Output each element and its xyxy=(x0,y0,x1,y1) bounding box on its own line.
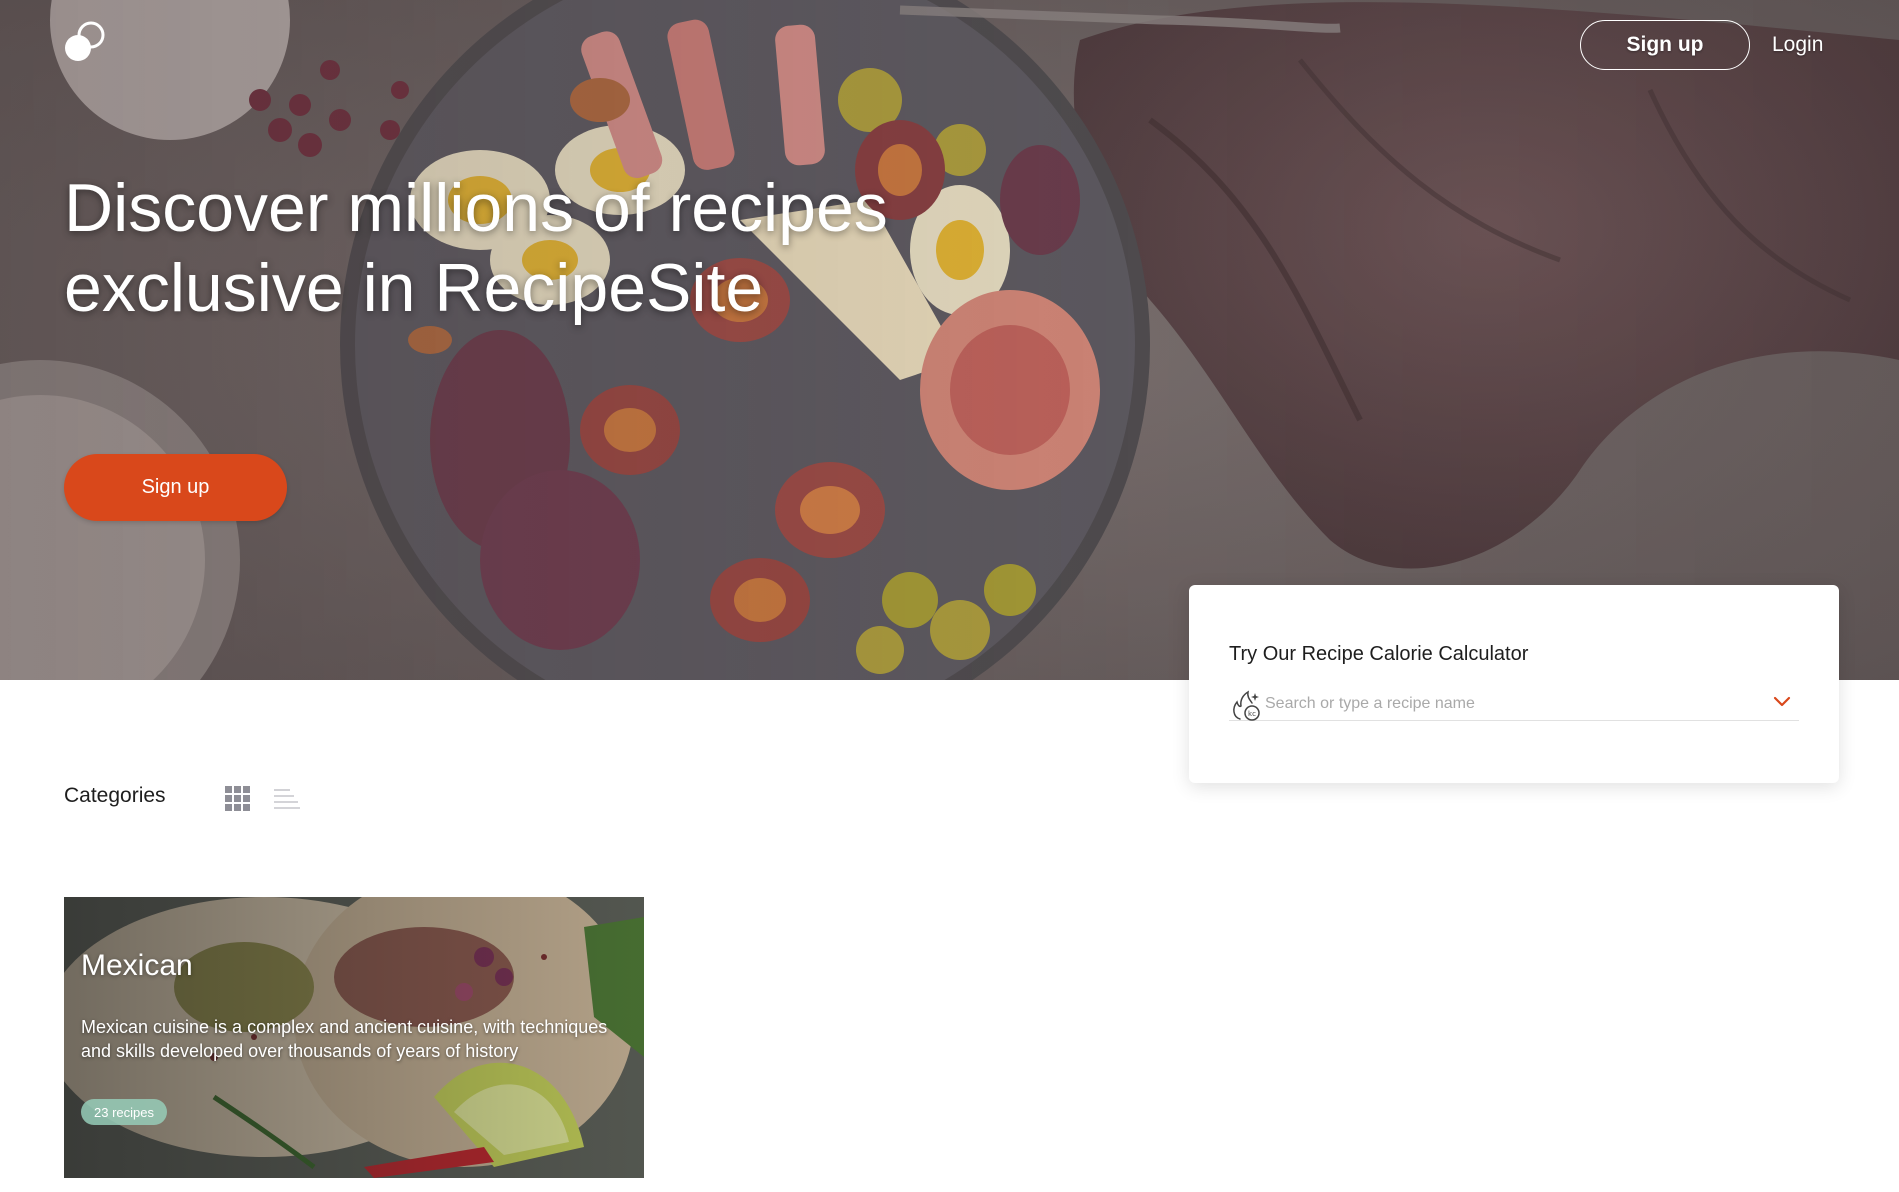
recipe-search-input[interactable] xyxy=(1265,691,1765,717)
category-description: Mexican cuisine is a complex and ancient… xyxy=(81,1017,608,1061)
header-signup-button[interactable]: Sign up xyxy=(1580,20,1750,70)
category-card-mexican[interactable]: Mexican Mexican cuisine is a complex and… xyxy=(64,897,644,1178)
header-login-link[interactable]: Login xyxy=(1772,28,1823,62)
calorie-calculator-card: Try Our Recipe Calorie Calculator kc xyxy=(1189,585,1839,783)
calculator-title: Try Our Recipe Calorie Calculator xyxy=(1229,643,1529,665)
list-view-icon[interactable] xyxy=(274,788,300,810)
hero-overlay xyxy=(0,0,1899,680)
categories-title: Categories xyxy=(64,784,166,807)
chevron-down-icon[interactable] xyxy=(1773,695,1791,709)
two-circles-logo-icon[interactable] xyxy=(62,20,108,64)
hero-title-line1: Discover millions of recipes xyxy=(64,170,888,246)
hero-title-line2: exclusive in RecipeSite xyxy=(64,250,764,326)
hero-section: Sign up Login Discover millions of recip… xyxy=(0,0,1899,680)
grid-view-icon[interactable] xyxy=(225,786,250,811)
hero-title: Discover millions of recipes exclusive i… xyxy=(64,168,964,328)
category-name: Mexican xyxy=(81,949,193,982)
recipe-search-field[interactable]: kc xyxy=(1229,685,1799,721)
calorie-flame-icon: kc xyxy=(1233,690,1260,721)
recipe-count-badge: 23 recipes xyxy=(81,1099,167,1125)
svg-text:kc: kc xyxy=(1248,710,1256,718)
hero-signup-button[interactable]: Sign up xyxy=(64,454,287,521)
